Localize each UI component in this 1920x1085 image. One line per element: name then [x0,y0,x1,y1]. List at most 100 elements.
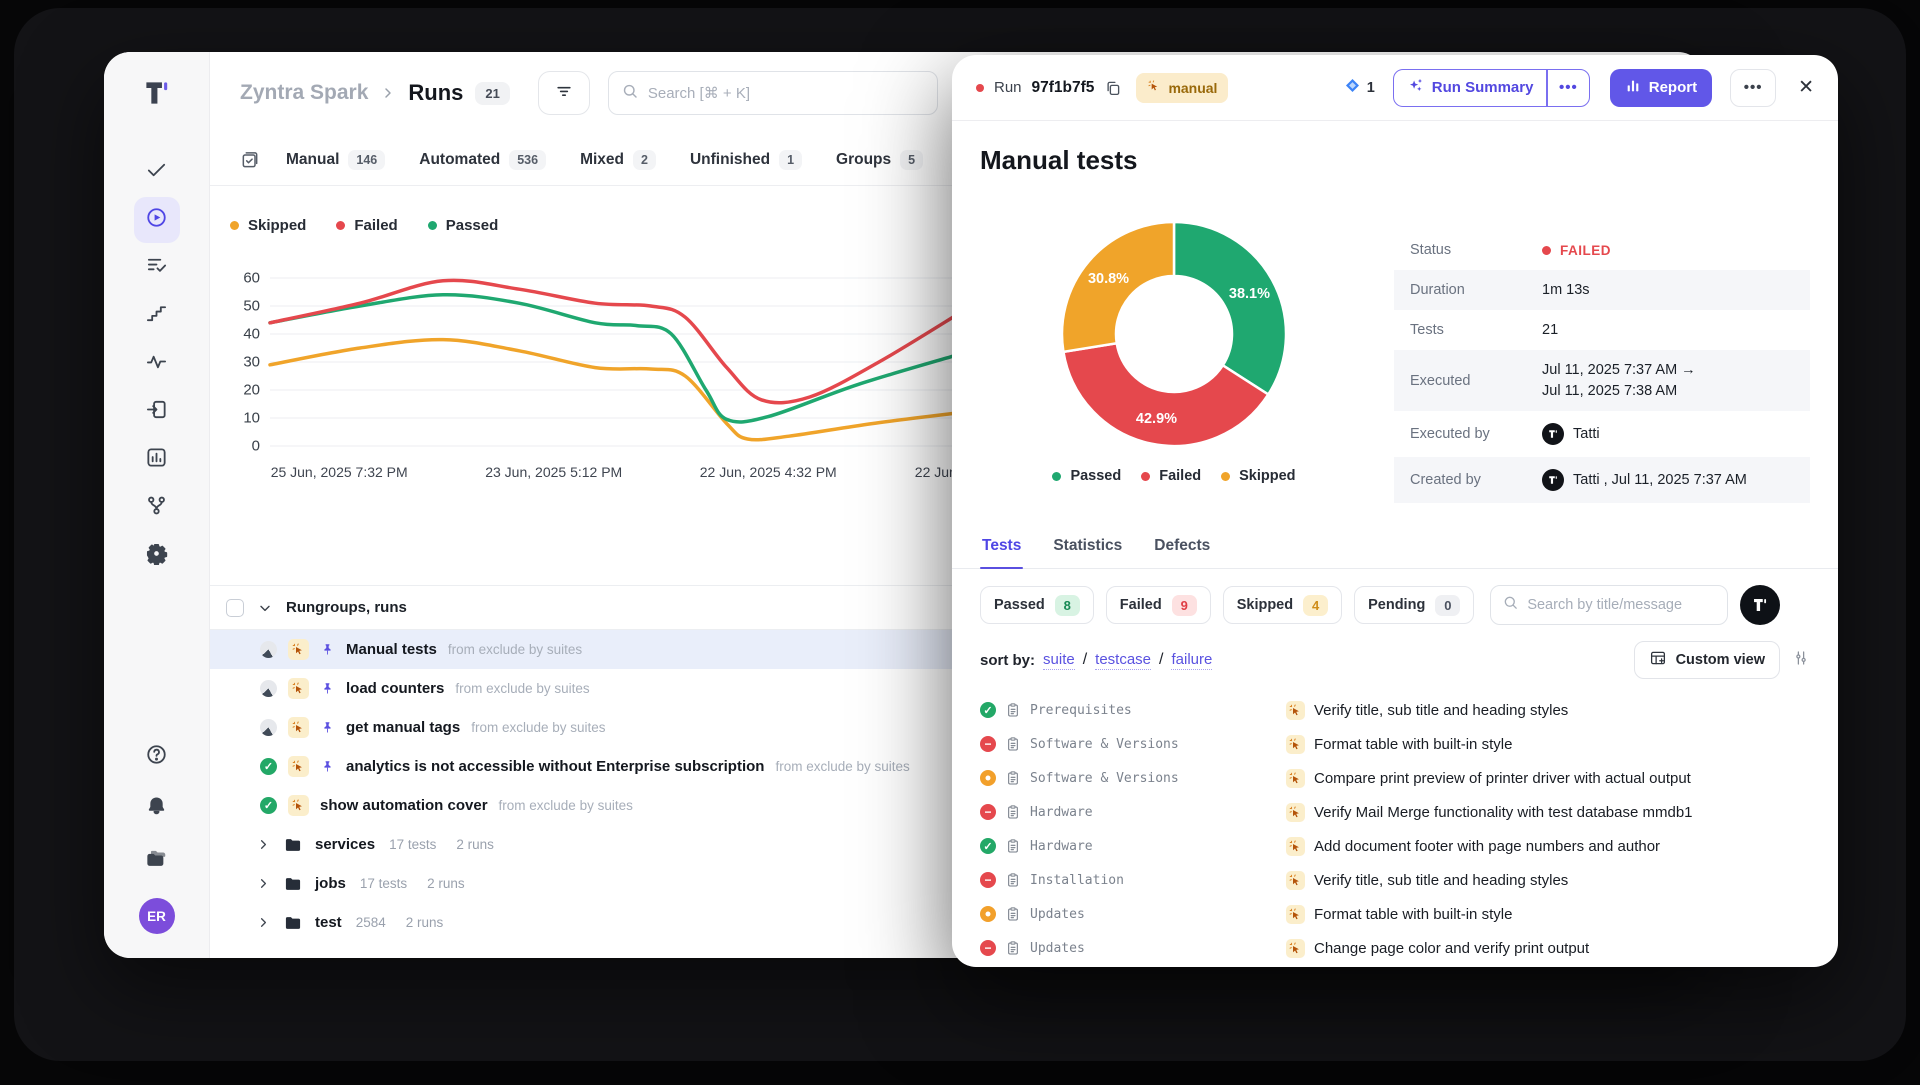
checklist-icon [240,150,260,170]
sidebar-footer: ER [136,736,178,934]
donut-chart: 38.1%42.9%30.8% PassedFailedSkipped [980,210,1368,503]
sort-link[interactable]: failure [1171,651,1212,670]
manual-run-icon [288,717,309,738]
play-circle-icon [145,206,168,234]
filter-chip[interactable]: Pending 0 [1354,586,1474,624]
panel-tab[interactable]: Statistics [1051,527,1124,568]
test-row[interactable]: Updates Change page color and verify pri… [980,931,1810,965]
sliders-icon [1792,649,1810,672]
custom-view-button[interactable]: Custom view [1634,641,1780,679]
test-row[interactable]: Software & Versions Compare print previe… [980,761,1810,795]
chevron-down-icon[interactable] [257,600,273,616]
manual-test-icon [1286,905,1305,924]
runs-tab[interactable]: Manual 146 [286,150,385,170]
select-all-checkbox[interactable] [226,599,244,617]
filter-button[interactable] [538,71,590,115]
manual-run-icon [288,639,309,660]
filter-chip[interactable]: Skipped 4 [1223,586,1342,624]
sidebar-item-notifications[interactable] [136,788,178,830]
run-summary-button[interactable]: Run Summary [1394,70,1547,106]
clipboard-icon [1005,702,1021,718]
y-tick: 60 [243,270,260,287]
info-row: Created by Tatti , Jul 11, 2025 7:37 AM [1394,457,1810,503]
manual-badge: manual [1136,73,1228,103]
run-overview: 38.1%42.9%30.8% PassedFailedSkipped Stat… [952,210,1838,503]
more-options-button[interactable]: ••• [1730,69,1776,107]
copy-icon[interactable] [1104,79,1122,97]
chevron-right-icon[interactable] [256,837,271,852]
sidebar-item-tests[interactable] [134,149,180,195]
donut-label: 42.9% [1136,411,1177,427]
sidebar: ER [104,52,210,958]
info-row: Executed by Tatti [1394,411,1810,457]
sparkles-icon [1407,77,1424,98]
test-row[interactable]: Prerequisites Verify title, sub title an… [980,693,1810,727]
info-row: Tests 21 [1394,310,1810,350]
view-settings-button[interactable] [1792,649,1810,672]
legend-dot [1141,472,1150,481]
info-row: Duration 1m 13s [1394,270,1810,310]
test-status-icon [980,804,996,820]
user-avatar[interactable]: ER [139,898,175,934]
manual-test-icon [1286,701,1305,720]
legend-item: Passed [428,217,499,234]
search-icon [1502,594,1519,616]
tests-search-input[interactable] [1527,597,1716,613]
sort-link[interactable]: suite [1043,651,1075,670]
test-status-icon [980,838,996,854]
tatti-logo-button[interactable] [1740,585,1780,625]
sidebar-item-integrations[interactable] [134,485,180,531]
run-id: 97f1b7f5 [1032,79,1095,97]
chevron-right-icon[interactable] [256,915,271,930]
sidebar-item-analytics[interactable] [134,437,180,483]
pulse-icon [145,350,168,378]
panel-tab[interactable]: Tests [980,527,1023,568]
test-row[interactable]: Installation Verify title, sub title and… [980,863,1810,897]
runs-tab[interactable]: Automated 536 [419,150,546,170]
x-tick: 25 Jun, 2025 7:32 PM [271,464,408,480]
test-row[interactable]: Hardware Add document footer with page n… [980,829,1810,863]
donut-legend-item: Failed [1141,468,1201,484]
filter-chip[interactable]: Passed 8 [980,586,1094,624]
run-summary-more-button[interactable]: ••• [1548,70,1589,106]
filter-chip[interactable]: Failed 9 [1106,586,1211,624]
test-status-icon [980,770,996,786]
sidebar-item-runs[interactable] [134,197,180,243]
sidebar-item-test-plans[interactable] [134,245,180,291]
tests-search[interactable] [1490,585,1728,625]
legend-dot [230,221,239,230]
sidebar-item-settings[interactable] [134,533,180,579]
clipboard-icon [1005,906,1021,922]
tatti-avatar [1542,469,1564,491]
jira-link[interactable]: 1 [1344,77,1375,98]
y-tick: 10 [243,410,260,427]
search-input[interactable] [648,85,925,102]
list-check-icon [145,254,168,282]
test-row[interactable]: Software & Versions Format table with bu… [980,727,1810,761]
chevron-right-icon[interactable] [256,876,271,891]
manual-run-icon [288,678,309,699]
sidebar-item-milestones[interactable] [134,293,180,339]
sidebar-item-projects[interactable] [136,840,178,882]
manual-test-icon [1286,871,1305,890]
sort-link[interactable]: testcase [1095,651,1151,670]
test-status-icon [980,906,996,922]
test-status-icon [980,736,996,752]
test-row[interactable]: Updates Format table with built-in style [980,897,1810,931]
runs-tab[interactable]: Groups 5 [836,150,923,170]
search-icon [621,82,639,105]
test-row[interactable]: Hardware Verify Mail Merge functionality… [980,795,1810,829]
runs-tab[interactable]: Mixed 2 [580,150,656,170]
report-button[interactable]: Report [1610,69,1712,107]
global-search[interactable] [608,71,938,115]
panel-tab[interactable]: Defects [1152,527,1212,568]
pin-icon [320,759,335,774]
sidebar-item-help[interactable] [136,736,178,778]
sidebar-item-imports[interactable] [134,389,180,435]
close-icon[interactable]: ✕ [1798,76,1814,99]
legend-dot [336,221,345,230]
sidebar-item-activity[interactable] [134,341,180,387]
legend-item: Skipped [230,217,306,234]
runs-tab[interactable]: Unfinished 1 [690,150,802,170]
info-row: Executed Jul 11, 2025 7:37 AM → Jul 11, … [1394,350,1810,411]
